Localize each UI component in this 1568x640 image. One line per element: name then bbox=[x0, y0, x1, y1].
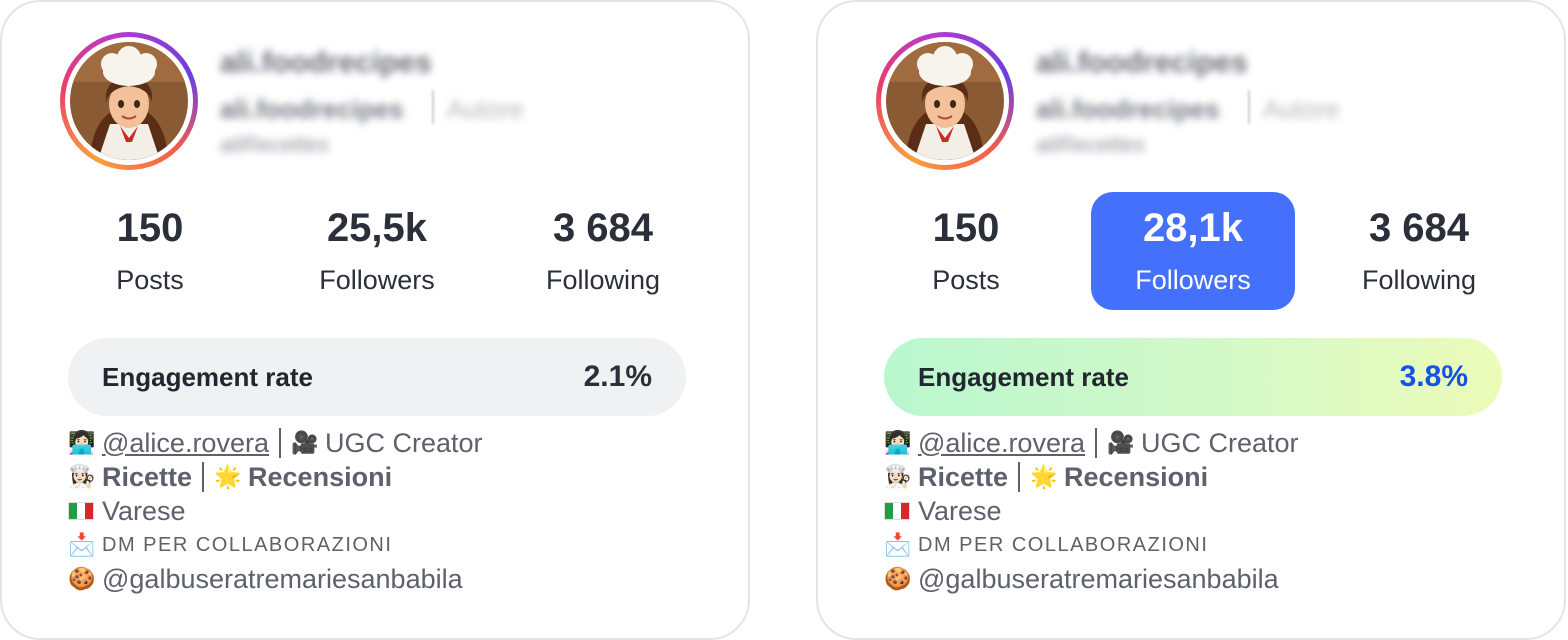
engagement-label: Engagement rate bbox=[102, 361, 313, 392]
topic-recensioni: Recensioni bbox=[248, 461, 393, 492]
stat-followers[interactable]: 28,1k Followers bbox=[1091, 192, 1295, 310]
star-icon: 🌟 bbox=[1030, 464, 1058, 490]
chef-avatar-icon bbox=[886, 42, 1004, 160]
bio: 👩🏻‍💻 @alice.rovera 🎥 UGC Creator 👩🏻‍🍳 Ri… bbox=[68, 426, 728, 596]
city-text: Varese bbox=[102, 495, 186, 526]
bio-line-partner: 🍪 @galbuseratremariesanbabila bbox=[68, 562, 728, 596]
bio-line-dm: 📩 DM PER COLLABORAZIONI bbox=[884, 528, 1544, 562]
divider bbox=[1248, 90, 1250, 124]
bio: 👩🏻‍💻 @alice.rovera 🎥 UGC Creator 👩🏻‍🍳 Ri… bbox=[884, 426, 1544, 596]
stat-label: Posts bbox=[116, 265, 184, 295]
chef-icon: 👩🏻‍🍳 bbox=[68, 464, 96, 490]
stat-label: Following bbox=[1361, 265, 1477, 295]
divider bbox=[202, 462, 205, 492]
stat-label: Following bbox=[545, 265, 661, 295]
bio-line-location: Varese bbox=[68, 494, 728, 528]
topic-recensioni: Recensioni bbox=[1064, 461, 1209, 492]
cookie-icon: 🍪 bbox=[68, 566, 96, 592]
role-text: UGC Creator bbox=[324, 427, 483, 458]
engagement-rate-bar: Engagement rate 2.1% bbox=[68, 338, 686, 416]
stat-value: 25,5k bbox=[326, 206, 428, 250]
category: Autore bbox=[1263, 94, 1340, 124]
divider bbox=[432, 90, 434, 124]
italy-flag-icon bbox=[68, 502, 94, 520]
mention-link[interactable]: @alice.rovera bbox=[918, 428, 1085, 459]
username[interactable]: ali.foodrecipes bbox=[1036, 46, 1248, 80]
handle: ali.foodrecipes bbox=[1036, 94, 1220, 124]
video-camera-icon: 🎥 bbox=[290, 430, 319, 456]
subline: aliRecettes bbox=[1036, 132, 1145, 157]
chef-avatar-icon bbox=[70, 42, 188, 160]
city-text: Varese bbox=[918, 495, 1002, 526]
technologist-icon: 👩🏻‍💻 bbox=[68, 430, 96, 456]
partner-link[interactable]: @galbuseratremariesanbabila bbox=[102, 564, 463, 595]
mention-link[interactable]: @alice.rovera bbox=[102, 428, 269, 459]
stat-value: 150 bbox=[932, 206, 1000, 250]
star-icon: 🌟 bbox=[214, 464, 242, 490]
bio-line-topics: 👩🏻‍🍳 Ricette 🌟 Recensioni bbox=[68, 460, 728, 494]
chef-icon: 👩🏻‍🍳 bbox=[884, 464, 912, 490]
username[interactable]: ali.foodrecipes bbox=[220, 46, 432, 80]
partner-link[interactable]: @galbuseratremariesanbabila bbox=[918, 564, 1279, 595]
engagement-value: 3.8% bbox=[1399, 360, 1468, 393]
stat-label: Followers bbox=[1135, 265, 1251, 295]
engagement-value: 2.1% bbox=[583, 360, 652, 393]
profile-card-before: ali.foodrecipes ali.foodrecipes Autore a… bbox=[0, 0, 750, 640]
stat-value: 28,1k bbox=[1142, 206, 1244, 250]
avatar[interactable] bbox=[60, 32, 198, 170]
bio-line-topics: 👩🏻‍🍳 Ricette 🌟 Recensioni bbox=[884, 460, 1544, 494]
dm-text: DM PER COLLABORAZIONI bbox=[102, 533, 393, 556]
envelope-icon: 📩 bbox=[884, 532, 912, 558]
stat-posts[interactable]: 150 Posts bbox=[48, 192, 252, 310]
technologist-icon: 👩🏻‍💻 bbox=[884, 430, 912, 456]
stat-value: 3 684 bbox=[552, 206, 654, 250]
bio-line-partner: 🍪 @galbuseratremariesanbabila bbox=[884, 562, 1544, 596]
dm-text: DM PER COLLABORAZIONI bbox=[918, 533, 1209, 556]
stat-label: Followers bbox=[319, 265, 435, 295]
stat-followers[interactable]: 25,5k Followers bbox=[275, 192, 479, 310]
topic-ricette: Ricette bbox=[102, 461, 193, 492]
profile-card-after: ali.foodrecipes ali.foodrecipes Autore a… bbox=[816, 0, 1566, 640]
stat-value: 3 684 bbox=[1368, 206, 1470, 250]
divider bbox=[278, 428, 281, 458]
stat-label: Posts bbox=[932, 265, 1000, 295]
envelope-icon: 📩 bbox=[68, 532, 96, 558]
bio-line-creator: 👩🏻‍💻 @alice.rovera 🎥 UGC Creator bbox=[884, 426, 1544, 460]
handle: ali.foodrecipes bbox=[220, 94, 404, 124]
bio-line-creator: 👩🏻‍💻 @alice.rovera 🎥 UGC Creator bbox=[68, 426, 728, 460]
divider bbox=[1018, 462, 1021, 492]
stat-following[interactable]: 3 684 Following bbox=[1317, 192, 1521, 310]
subline: aliRecettes bbox=[220, 132, 329, 157]
bio-line-location: Varese bbox=[884, 494, 1544, 528]
video-camera-icon: 🎥 bbox=[1106, 430, 1135, 456]
engagement-label: Engagement rate bbox=[918, 361, 1129, 392]
category: Autore bbox=[447, 94, 524, 124]
topic-ricette: Ricette bbox=[918, 461, 1009, 492]
engagement-rate-bar: Engagement rate 3.8% bbox=[884, 338, 1502, 416]
stat-value: 150 bbox=[116, 206, 184, 250]
bio-line-dm: 📩 DM PER COLLABORAZIONI bbox=[68, 528, 728, 562]
italy-flag-icon bbox=[884, 502, 910, 520]
stat-following[interactable]: 3 684 Following bbox=[501, 192, 705, 310]
cookie-icon: 🍪 bbox=[884, 566, 912, 592]
divider bbox=[1094, 428, 1097, 458]
avatar[interactable] bbox=[876, 32, 1014, 170]
role-text: UGC Creator bbox=[1140, 427, 1299, 458]
stat-posts[interactable]: 150 Posts bbox=[864, 192, 1068, 310]
